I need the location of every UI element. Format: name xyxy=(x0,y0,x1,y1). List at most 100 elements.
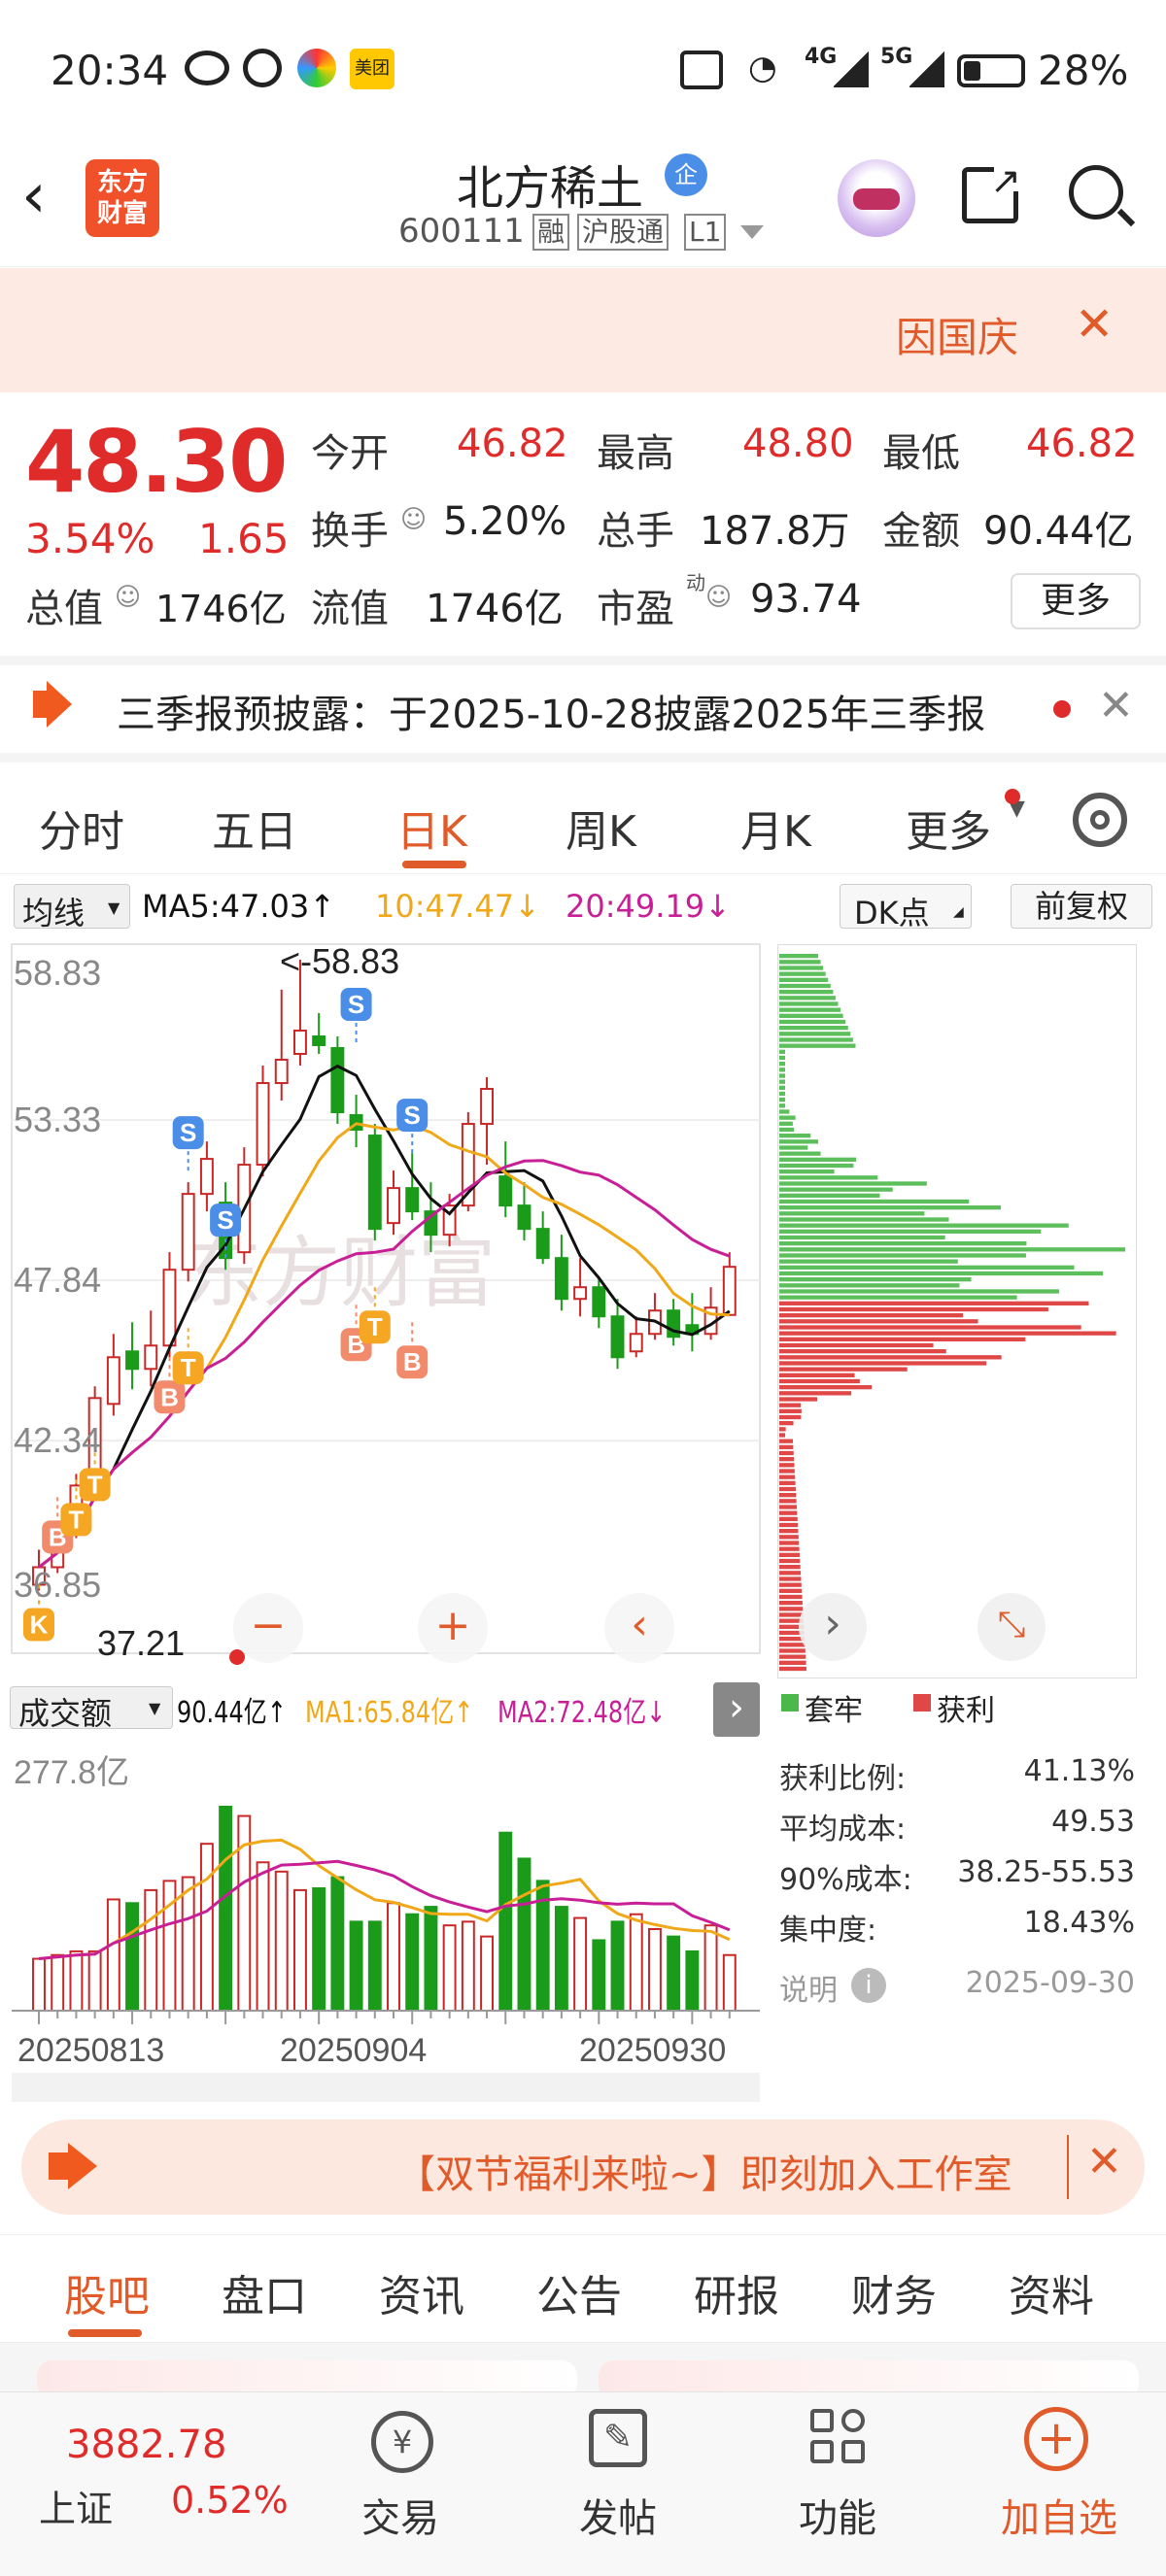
megaphone-icon xyxy=(49,2143,97,2189)
chip-bar xyxy=(779,1151,821,1156)
volume-bar xyxy=(592,1939,606,2012)
tab-announcements[interactable]: 公告 xyxy=(536,2261,622,2323)
tab-more[interactable]: 更多 xyxy=(906,797,991,859)
close-icon[interactable]: ✕ xyxy=(1098,681,1134,730)
chevron-down-icon[interactable] xyxy=(740,225,764,239)
index-percent[interactable]: 0.52% xyxy=(171,2479,289,2522)
volume-bar xyxy=(573,1916,588,2012)
battery-icon xyxy=(957,54,1025,87)
tab-financials[interactable]: 财务 xyxy=(851,2261,937,2323)
edit-icon[interactable]: ✎ xyxy=(589,2409,647,2467)
chip-bar xyxy=(779,1115,796,1120)
tab-guba[interactable]: 股吧 xyxy=(64,2261,150,2323)
index-name[interactable]: 上证 xyxy=(39,2479,113,2532)
volume-bar xyxy=(629,1913,643,2013)
eastmoney-logo[interactable]: 东方 财富 xyxy=(86,159,159,237)
margin-tag: 融 xyxy=(532,214,570,251)
chevron-right-icon[interactable]: › xyxy=(799,1593,867,1661)
marker-letter: B xyxy=(160,1382,179,1411)
ma-selector[interactable]: 均线 ▼ xyxy=(14,884,130,932)
low-label: 最低 xyxy=(882,431,960,476)
close-icon[interactable]: ✕ xyxy=(1086,2137,1122,2186)
trade-button[interactable]: 交易 xyxy=(361,2487,439,2543)
mktcap-label: 总值 xyxy=(25,587,103,631)
chip-bar xyxy=(779,1349,946,1354)
more-button[interactable]: 更多 xyxy=(1011,573,1141,629)
chip-bar xyxy=(779,983,831,989)
signal-icon xyxy=(909,51,944,87)
tab-monthly-k[interactable]: 月K xyxy=(740,797,811,859)
volume-ma2: MA2:72.48亿↓ xyxy=(497,1696,667,1730)
chevron-down-icon: ▼ xyxy=(149,1699,161,1717)
chip-bar xyxy=(779,1594,803,1600)
announcement-bar[interactable]: 三季报预披露：于2025-10-28披露2025年三季报 ✕ xyxy=(0,656,1166,763)
holiday-notice[interactable]: 因国庆 ✕ xyxy=(0,268,1166,392)
chip-bar xyxy=(779,1391,852,1396)
candle xyxy=(162,1269,177,1347)
high-label: 最高 xyxy=(597,431,674,476)
marker-letter: T xyxy=(367,1312,383,1341)
candle xyxy=(480,1088,495,1126)
tab-five-day[interactable]: 五日 xyxy=(212,797,297,859)
chip-distribution[interactable] xyxy=(777,944,1137,1678)
tab-weekly-k[interactable]: 周K xyxy=(566,797,636,859)
chevron-right-icon[interactable]: › xyxy=(713,1682,760,1737)
zoom-in-button[interactable]: + xyxy=(418,1593,488,1663)
settings-gear-icon[interactable] xyxy=(1073,793,1127,847)
kline-chart[interactable]: 东方财富 SSSSBTBTTBTBK 58.8353.3347.8442.343… xyxy=(0,940,768,1678)
volume-bar xyxy=(349,1920,363,2012)
tab-daily-k[interactable]: 日K xyxy=(396,797,467,859)
marker-letter: K xyxy=(30,1610,49,1639)
marker-letter: S xyxy=(404,1101,421,1130)
chip-bar xyxy=(779,1331,1116,1336)
volume-chart[interactable]: 277.8亿 20250813 20250904 20250930 xyxy=(0,1743,768,2102)
volume-bar xyxy=(125,1902,140,2012)
chip-bar xyxy=(779,1241,1027,1246)
tab-handicap[interactable]: 盘口 xyxy=(222,2261,307,2323)
chip-bar xyxy=(779,1463,795,1468)
post-button[interactable]: 发帖 xyxy=(579,2487,657,2543)
info-icon[interactable]: ☺ xyxy=(400,505,427,534)
yuan-exchange-icon[interactable]: ¥ xyxy=(371,2411,433,2473)
index-value[interactable]: 3882.78 xyxy=(66,2423,226,2467)
tab-news[interactable]: 资讯 xyxy=(379,2261,464,2323)
grid-icon[interactable] xyxy=(810,2409,869,2467)
back-arrow-icon[interactable]: ‹ xyxy=(21,165,47,227)
functions-button[interactable]: 功能 xyxy=(799,2487,876,2543)
plus-circle-icon[interactable]: + xyxy=(1024,2407,1088,2471)
adjust-selector[interactable]: 前复权 xyxy=(1011,884,1152,929)
candle xyxy=(330,1046,345,1114)
dk-point-selector[interactable]: DK点 ◢ xyxy=(840,884,972,932)
chip-bar xyxy=(779,1529,799,1534)
profit-ratio-value: 41.13% xyxy=(1023,1754,1135,1788)
tab-intraday[interactable]: 分时 xyxy=(39,797,124,859)
chip-bar xyxy=(779,1271,1104,1276)
close-icon[interactable]: ✕ xyxy=(1075,297,1114,352)
volume-bar xyxy=(312,1887,326,2012)
candle xyxy=(554,1257,568,1301)
volume-max-label: 277.8亿 xyxy=(14,1754,129,1791)
chip-bar xyxy=(779,1457,795,1462)
tab-research[interactable]: 研报 xyxy=(694,2261,779,2323)
expand-icon[interactable]: ⤡ xyxy=(977,1593,1046,1661)
zoom-out-button[interactable]: − xyxy=(233,1593,303,1663)
volume-bar xyxy=(722,1953,737,2013)
volume-indicator-selector[interactable]: 成交额 ▼ xyxy=(10,1686,173,1732)
assistant-avatar[interactable] xyxy=(838,159,915,237)
volume-bar xyxy=(69,1949,84,2012)
share-icon[interactable]: ↗ xyxy=(962,162,1023,223)
candle xyxy=(256,1082,270,1167)
note-label[interactable]: 说明 xyxy=(779,1966,838,2009)
search-icon[interactable] xyxy=(1069,165,1136,227)
chip-bar xyxy=(779,1001,839,1006)
info-icon[interactable]: ☺ xyxy=(705,583,732,612)
add-watchlist-button[interactable]: 加自选 xyxy=(1001,2487,1117,2543)
info-icon[interactable]: i xyxy=(851,1968,886,2003)
chip-bar xyxy=(779,1373,855,1377)
tab-profile[interactable]: 资料 xyxy=(1009,2261,1094,2323)
info-icon[interactable]: ☺ xyxy=(115,583,141,612)
chip-bar xyxy=(779,1505,798,1509)
signal-icon xyxy=(834,51,869,87)
promo-banner[interactable]: 【双节福利来啦~】即刻加入工作室 ✕ xyxy=(21,2119,1145,2215)
chevron-left-icon[interactable]: ‹ xyxy=(604,1593,674,1663)
